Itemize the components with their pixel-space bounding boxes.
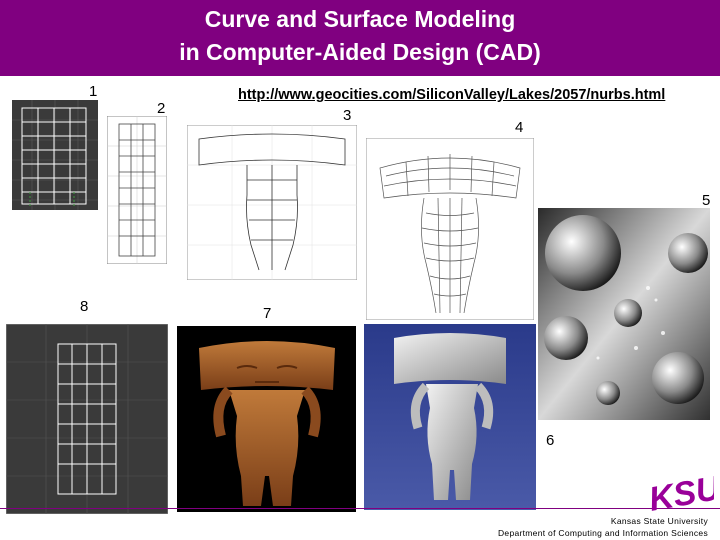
title-bar: Curve and Surface Modeling in Computer-A… <box>0 0 720 76</box>
footer-department: Department of Computing and Information … <box>497 528 708 538</box>
footer-university: Kansas State University <box>610 516 708 526</box>
figurine-photo-image-7 <box>177 326 356 512</box>
svg-text:KSU: KSU <box>646 469 714 512</box>
figure-label-8: 8 <box>80 298 89 315</box>
curve-outline-image-3 <box>187 125 357 280</box>
fractal-render-image-5 <box>538 208 710 420</box>
figure-label-7: 7 <box>263 305 272 322</box>
reference-url-link[interactable]: http://www.geocities.com/SiliconValley/L… <box>238 87 665 103</box>
figure-label-1: 1 <box>89 83 98 100</box>
figure-label-3: 3 <box>343 107 352 124</box>
slide-title-line1: Curve and Surface Modeling <box>204 6 516 32</box>
figure-label-4: 4 <box>515 119 524 136</box>
ksu-logo: KSU <box>642 468 720 519</box>
control-grid-image-8 <box>6 324 168 514</box>
figure-label-2: 2 <box>157 100 166 117</box>
figure-label-6: 6 <box>546 432 555 449</box>
footer-divider <box>0 508 720 509</box>
wireframe-image-4 <box>366 138 534 320</box>
surface-render-image-6 <box>364 324 536 510</box>
control-grid-image-2 <box>107 116 167 264</box>
slide-title-line2: in Computer-Aided Design (CAD) <box>179 39 541 65</box>
figure-label-5: 5 <box>702 192 711 209</box>
control-grid-image-1 <box>12 100 98 210</box>
